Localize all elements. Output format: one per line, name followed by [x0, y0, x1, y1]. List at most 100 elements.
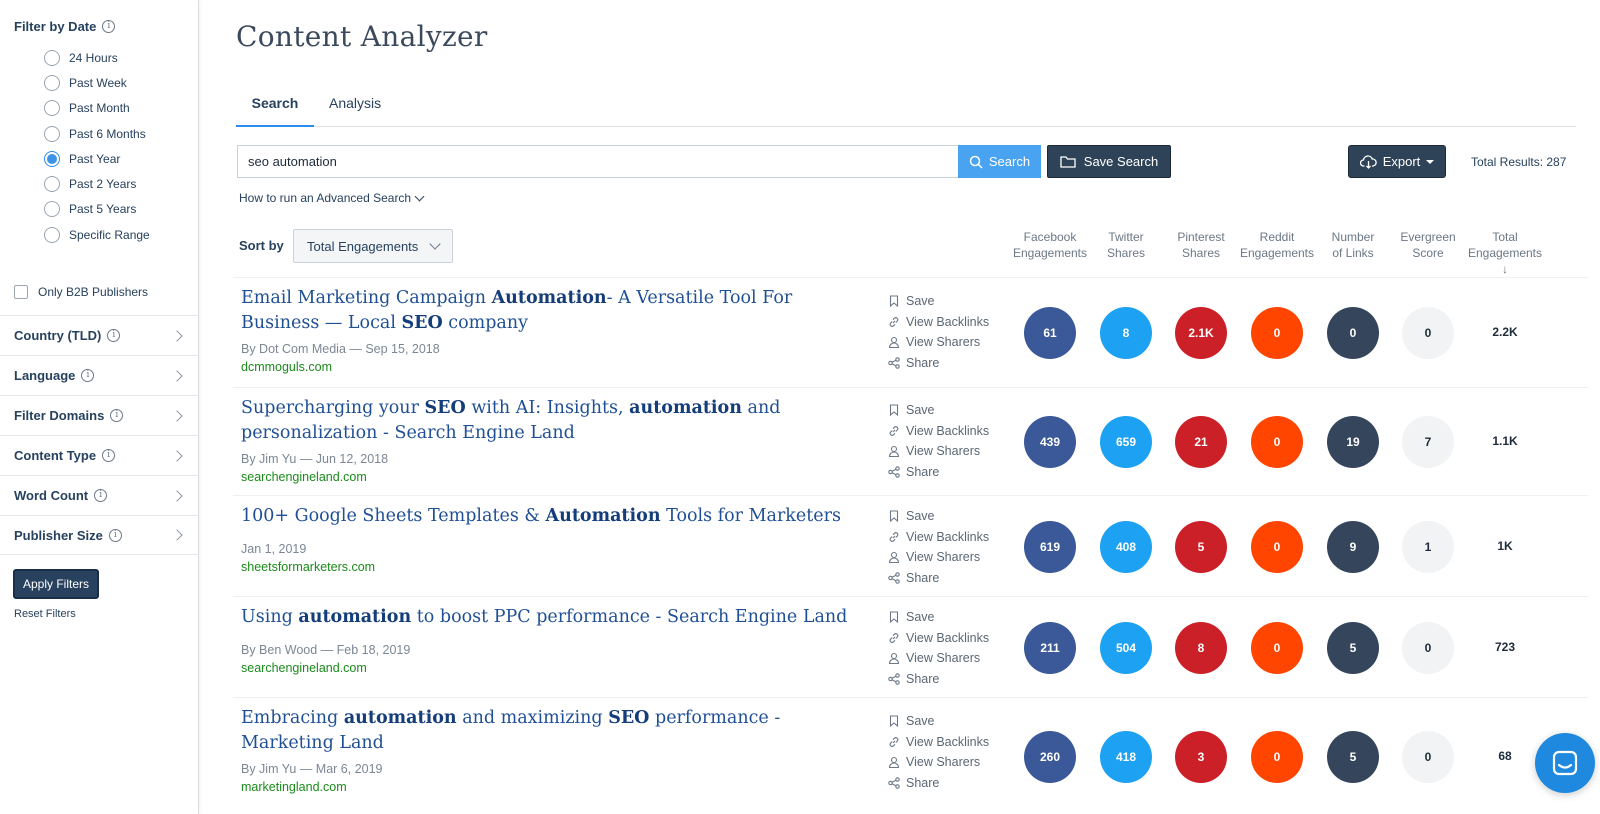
advanced-search-link[interactable]: How to run an Advanced Search — [239, 191, 425, 205]
filter-row-heading: Word Count i — [14, 488, 108, 503]
date-option-label: Past 2 Years — [69, 177, 137, 192]
backlinks-action[interactable]: View Backlinks — [888, 628, 1018, 649]
share-action[interactable]: Share — [888, 773, 1018, 794]
sharers-action[interactable]: View Sharers — [888, 648, 1018, 669]
date-option[interactable]: 24 Hours — [44, 45, 150, 70]
date-option[interactable]: Past Week — [44, 70, 150, 95]
caret-down-icon — [1426, 159, 1435, 164]
sharers-action[interactable]: View Sharers — [888, 332, 1018, 353]
backlinks-action[interactable]: View Backlinks — [888, 312, 1018, 333]
links-metric-bubble: 5 — [1327, 730, 1379, 783]
sort-select[interactable]: Total Engagements — [293, 229, 453, 263]
date-option[interactable]: Specific Range — [44, 222, 150, 247]
radio-button[interactable] — [44, 74, 60, 91]
info-icon[interactable]: i — [107, 329, 121, 342]
info-icon[interactable]: i — [94, 489, 108, 502]
chat-icon — [1552, 750, 1578, 776]
export-button[interactable]: Export — [1348, 145, 1446, 178]
result-byline: Jan 1, 2019 — [241, 542, 307, 556]
sharers-action[interactable]: View Sharers — [888, 441, 1018, 462]
share-icon — [888, 776, 900, 789]
sharers-action[interactable]: View Sharers — [888, 752, 1018, 773]
share-action[interactable]: Share — [888, 669, 1018, 690]
chevron-right-icon — [171, 329, 183, 342]
filter-row[interactable]: Word Count i — [0, 475, 199, 515]
filter-row[interactable]: Country (TLD) i — [0, 315, 199, 355]
filter-row[interactable]: Language i — [0, 355, 199, 395]
save-action[interactable]: Save — [888, 607, 1018, 628]
bookmark-icon — [888, 295, 900, 308]
info-icon[interactable]: i — [102, 20, 116, 33]
date-option[interactable]: Past Year — [44, 146, 150, 171]
evergreen-metric-bubble: 0 — [1402, 621, 1454, 674]
b2b-checkbox[interactable] — [14, 285, 28, 299]
info-icon[interactable]: i — [110, 409, 124, 422]
column-header[interactable]: Total Engagements ↓ — [1465, 229, 1545, 277]
reset-filters-link[interactable]: Reset Filters — [14, 608, 76, 620]
radio-button[interactable] — [44, 100, 60, 117]
result-domain-link[interactable]: marketingland.com — [241, 780, 347, 794]
tab-analysis[interactable]: Analysis — [329, 95, 381, 127]
share-action[interactable]: Share — [888, 568, 1018, 589]
apply-filters-button[interactable]: Apply Filters — [13, 569, 99, 599]
sharers-action[interactable]: View Sharers — [888, 547, 1018, 568]
radio-button[interactable] — [44, 201, 60, 218]
filter-row[interactable]: Content Type i — [0, 435, 199, 475]
info-icon[interactable]: i — [102, 449, 116, 462]
evergreen-metric-bubble: 1 — [1402, 520, 1454, 573]
user-icon — [888, 445, 900, 458]
result-actions: Save View Backlinks View Sharers Share — [888, 291, 1018, 373]
radio-button[interactable] — [44, 49, 60, 66]
date-option[interactable]: Past 6 Months — [44, 121, 150, 146]
save-action[interactable]: Save — [888, 400, 1018, 421]
result-title-link[interactable]: Email Marketing Campaign Automation- A V… — [241, 286, 851, 336]
date-option[interactable]: Past Month — [44, 96, 150, 121]
column-header-line: Engagements ↓ — [1467, 246, 1543, 276]
save-action[interactable]: Save — [888, 711, 1018, 732]
result-domain-link[interactable]: dcmmoguls.com — [241, 360, 332, 374]
column-header-line: Evergreen — [1400, 230, 1456, 244]
result-title-link[interactable]: Using automation to boost PPC performanc… — [241, 605, 851, 630]
radio-button[interactable] — [44, 125, 60, 142]
backlinks-action-label: View Backlinks — [906, 423, 990, 438]
share-icon — [888, 571, 900, 584]
reddit-metric-bubble: 0 — [1251, 307, 1303, 359]
save-action[interactable]: Save — [888, 506, 1018, 527]
search-button[interactable]: Search — [958, 145, 1041, 178]
save-search-button[interactable]: Save Search — [1047, 145, 1171, 178]
backlinks-action[interactable]: View Backlinks — [888, 527, 1018, 548]
result-title-link[interactable]: 100+ Google Sheets Templates & Automatio… — [241, 504, 851, 529]
result-domain-link[interactable]: sheetsformarketers.com — [241, 560, 375, 574]
share-action[interactable]: Share — [888, 353, 1018, 374]
filter-row[interactable]: Filter Domains i — [0, 395, 199, 435]
info-icon[interactable]: i — [108, 528, 122, 542]
info-icon[interactable]: i — [81, 369, 95, 382]
filter-row-heading: Language i — [14, 368, 95, 383]
radio-button[interactable] — [44, 226, 60, 243]
result-domain-link[interactable]: searchengineland.com — [241, 661, 367, 675]
search-input[interactable] — [237, 145, 958, 178]
tab-search[interactable]: Search — [236, 95, 314, 127]
backlinks-action[interactable]: View Backlinks — [888, 421, 1018, 442]
b2b-publishers-option[interactable]: Only B2B Publishers — [14, 285, 148, 299]
date-option[interactable]: Past 2 Years — [44, 171, 150, 196]
filter-row[interactable]: Publisher Size i — [0, 515, 199, 555]
radio-button[interactable] — [44, 150, 60, 167]
save-action[interactable]: Save — [888, 291, 1018, 312]
reddit-metric-bubble: 0 — [1251, 416, 1303, 468]
result-domain-link[interactable]: searchengineland.com — [241, 470, 367, 484]
bookmark-icon — [888, 510, 900, 523]
advanced-search-label: How to run an Advanced Search — [239, 191, 412, 205]
radio-button[interactable] — [44, 176, 60, 193]
date-option[interactable]: Past 5 Years — [44, 197, 150, 222]
result-title-link[interactable]: Embracing automation and maximizing SEO … — [241, 706, 851, 756]
chevron-right-icon — [171, 529, 183, 541]
filter-row-label: Filter Domains — [14, 408, 105, 423]
backlinks-action[interactable]: View Backlinks — [888, 732, 1018, 753]
bookmark-icon — [888, 404, 900, 417]
chat-launcher-button[interactable] — [1535, 733, 1595, 793]
share-action[interactable]: Share — [888, 462, 1018, 483]
column-header: Reddit Engagements — [1237, 229, 1317, 261]
filter-row-heading: Country (TLD) i — [14, 328, 121, 343]
result-title-link[interactable]: Supercharging your SEO with AI: Insights… — [241, 396, 851, 446]
